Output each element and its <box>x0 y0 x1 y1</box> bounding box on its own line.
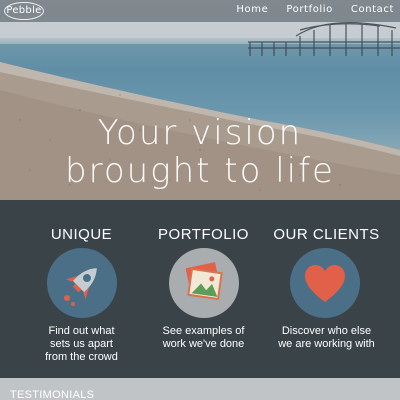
feature-title: OUR CLIENTS <box>273 226 380 243</box>
rocket-icon[interactable] <box>47 248 117 318</box>
hero-headline-line2: brought to life <box>65 151 335 191</box>
feature-description: See examples of work we've done <box>137 325 270 351</box>
feature-text-line: See examples of <box>162 325 245 337</box>
feature-title: PORTFOLIO <box>158 226 249 243</box>
main-nav: Home Portfolio Contact <box>236 4 394 15</box>
feature-text-line: Find out what <box>48 325 115 337</box>
hero-banner: Pebble Home Portfolio Contact Your visio… <box>0 0 400 200</box>
nav-contact-link[interactable]: Contact <box>351 4 394 15</box>
nav-portfolio-link[interactable]: Portfolio <box>286 4 333 15</box>
nav-home-link[interactable]: Home <box>236 4 268 15</box>
hero-headline: Your vision brought to life <box>0 114 400 190</box>
feature-text-line: sets us apart <box>50 338 113 350</box>
testimonials-bar: TESTIMONIALS <box>0 378 400 400</box>
feature-description: Find out what sets us apart from the cro… <box>15 325 148 364</box>
logo[interactable]: Pebble <box>4 2 44 20</box>
testimonials-heading: TESTIMONIALS <box>10 389 95 400</box>
feature-description: Discover who else we are working with <box>260 325 393 351</box>
features-section: UNIQUE Find out what sets us apart from … <box>0 200 400 378</box>
feature-title: UNIQUE <box>50 226 113 243</box>
feature-text-line: we are working with <box>278 338 375 350</box>
photos-icon[interactable] <box>169 248 239 318</box>
heart-icon[interactable] <box>290 248 360 318</box>
feature-text-line: Discover who else <box>281 325 372 337</box>
hero-headline-line1: Your vision <box>97 113 303 153</box>
navbar: Pebble Home Portfolio Contact <box>0 0 400 22</box>
feature-text-line: work we've done <box>162 338 245 350</box>
feature-text-line: from the crowd <box>45 351 118 363</box>
